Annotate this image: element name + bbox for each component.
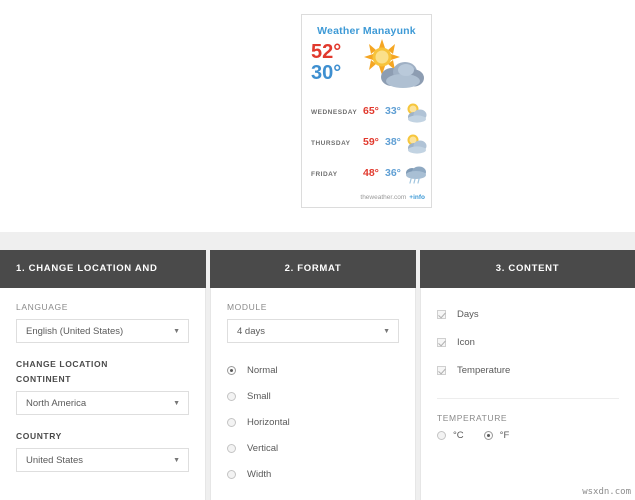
forecast-row: FRIDAY 48° 36° [302,162,431,193]
format-option-label: Width [247,469,272,480]
forecast-day: FRIDAY [311,171,338,178]
format-option-vertical[interactable]: Vertical [227,437,399,460]
content-checkbox-label: Days [457,308,479,320]
language-select[interactable]: English (United States) ▼ [16,319,189,343]
current-low-temp: 30° [311,62,342,84]
current-high-temp: 52° [311,41,342,63]
forecast-high: 48° [363,167,379,179]
forecast-low: 33° [385,105,401,117]
panel-2-heading: 2. FORMAT [210,250,416,288]
panel-1-body: LANGUAGE English (United States) ▼ CHANG… [0,288,206,500]
continent-label: CONTINENT [16,374,71,384]
continent-select[interactable]: North America ▼ [16,391,189,415]
panel-change-location-and-language: 1. CHANGE LOCATION AND LANGUAGE LANGUAGE… [0,250,206,500]
format-option-label: Vertical [247,443,279,454]
widget-title: Weather Manayunk [317,25,416,37]
chevron-down-icon: ▼ [173,457,180,464]
sun-behind-cloud-icon [404,102,428,129]
content-checkbox-label: Icon [457,336,475,348]
forecast-high: 65° [363,105,379,117]
radio-icon [227,392,236,401]
content-checkbox-temperature[interactable]: Temperature [437,358,619,382]
continent-select-value: North America [26,398,87,409]
country-select-value: United States [26,455,84,466]
content-checkbox-label: Temperature [457,364,511,376]
panel-1-heading: 1. CHANGE LOCATION AND LANGUAGE [0,250,206,312]
language-select-value: English (United States) [26,326,124,337]
forecast-low: 38° [385,136,401,148]
content-checkbox-days[interactable]: Days [437,302,619,326]
widget-footer: theweather.com +info [360,194,425,201]
panel-2-body: MODULE 4 days ▼ Normal Small Horizontal … [210,288,416,500]
module-select-value: 4 days [237,326,265,337]
panel-format: 2. FORMAT MODULE 4 days ▼ Normal Small H… [210,250,416,500]
temperature-unit-option-label: °C [453,430,464,441]
panel-3-heading: 3. CONTENT [420,250,635,288]
content-checkbox-icon[interactable]: Icon [437,330,619,354]
rain-cloud-icon [404,164,428,191]
forecast-rows: WEDNESDAY 65° 33° THURSDAY 59° 38° FRIDA… [302,100,431,193]
widget-source-label: theweather.com [360,194,407,201]
format-option-label: Horizontal [247,417,290,428]
forecast-day: THURSDAY [311,140,351,147]
checkbox-icon [437,365,446,375]
checkbox-icon [437,309,446,319]
module-label: MODULE [227,302,267,312]
country-select[interactable]: United States ▼ [16,448,189,472]
format-option-label: Small [247,391,271,402]
forecast-high: 59° [363,136,379,148]
forecast-row: THURSDAY 59° 38° [302,131,431,162]
format-option-label: Normal [247,365,278,376]
radio-icon [227,444,236,453]
forecast-day: WEDNESDAY [311,109,358,116]
current-temperatures: 52° 30° [311,42,341,84]
temperature-unit-group: °C °F [437,430,619,441]
panel-3-body: Days Icon Temperature TEMPERATURE °C °F [420,288,635,500]
format-option-width[interactable]: Width [227,463,399,486]
content-divider [437,398,619,399]
forecast-low: 36° [385,167,401,179]
checkbox-icon [437,337,446,347]
chevron-down-icon: ▼ [173,328,180,335]
module-select[interactable]: 4 days ▼ [227,319,399,343]
widget-info-link[interactable]: +info [409,194,425,201]
radio-icon [227,470,236,479]
temperature-unit-fahrenheit[interactable]: °F [483,430,510,441]
temperature-unit-label: TEMPERATURE [437,413,508,423]
sun-behind-cloud-icon [404,133,428,160]
radio-icon [227,366,236,375]
radio-icon [227,418,236,427]
temperature-unit-option-label: °F [499,430,510,441]
country-label: COUNTRY [16,431,62,441]
format-option-horizontal[interactable]: Horizontal [227,411,399,434]
temperature-unit-celsius[interactable]: °C [437,430,464,441]
chevron-down-icon: ▼ [383,328,390,335]
radio-icon [437,431,446,440]
watermark: wsxdn.com [582,487,631,497]
sun-behind-cloud-icon [360,39,426,96]
page-root: Weather Manayunk 52° 30° WEDNESDAY 65° 3… [0,0,635,500]
weather-widget: Weather Manayunk 52° 30° WEDNESDAY 65° 3… [301,14,432,208]
chevron-down-icon: ▼ [173,400,180,407]
change-location-label: CHANGE LOCATION [16,359,108,369]
radio-icon [483,431,493,440]
format-option-small[interactable]: Small [227,385,399,408]
language-label: LANGUAGE [16,302,69,312]
current-conditions: 52° 30° [302,39,431,96]
forecast-row: WEDNESDAY 65° 33° [302,100,431,131]
format-option-normal[interactable]: Normal [227,359,399,382]
panel-content: 3. CONTENT Days Icon Temperature TEMPERA… [420,250,635,500]
